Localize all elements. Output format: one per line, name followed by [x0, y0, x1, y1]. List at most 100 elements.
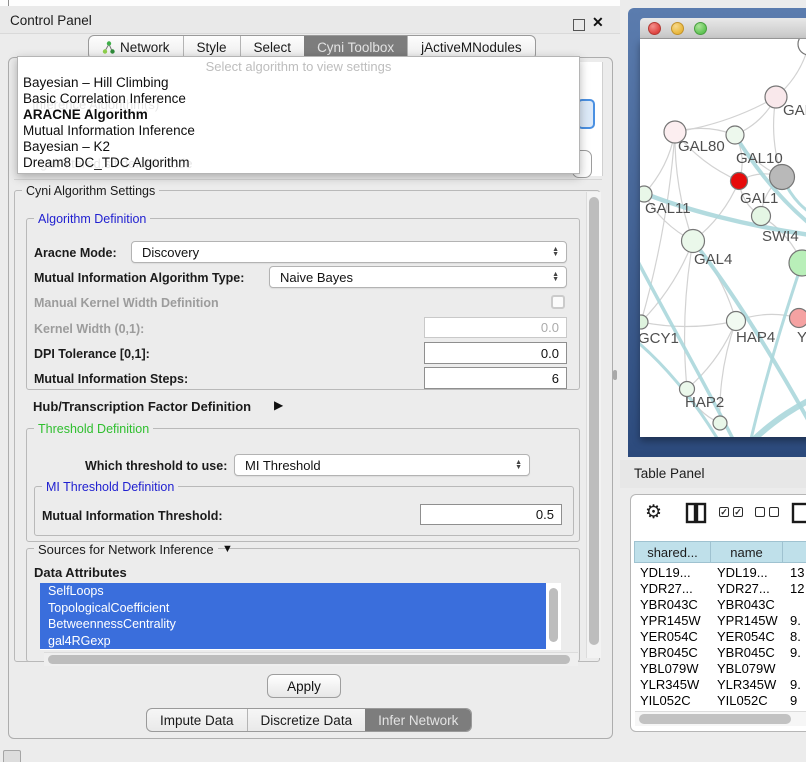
table-row[interactable]: YDR27...YDR27...12: [634, 581, 806, 597]
close-traffic-light-icon[interactable]: [648, 22, 661, 35]
table-hscrollbar[interactable]: [635, 711, 806, 726]
node-label-gcy1: GCY1: [640, 330, 679, 347]
manual-kernel-checkbox[interactable]: [551, 295, 565, 309]
node-label-y: Y: [797, 329, 806, 346]
node-gal4[interactable]: [682, 230, 705, 253]
table-row[interactable]: YBR043CYBR043C: [634, 597, 806, 613]
table-row[interactable]: YPR145WYPR145W9.: [634, 613, 806, 629]
tab-label: Select: [254, 40, 292, 55]
partial-box-icon[interactable]: [791, 502, 806, 524]
combo-arrows-icon: ▲▼: [515, 460, 522, 470]
table-cell: [784, 661, 806, 677]
control-panel-title: Control Panel: [10, 13, 92, 28]
attr-list-scrollbar[interactable]: [546, 583, 561, 650]
network-window-titlebar[interactable]: [640, 18, 806, 39]
node-label-gal4: GAL4: [694, 251, 732, 268]
data-attributes-label: Data Attributes: [34, 565, 127, 580]
mi-threshold-field[interactable]: 0.5: [420, 504, 562, 525]
table-row[interactable]: YBR045CYBR045C9.: [634, 645, 806, 661]
table-cell: 13: [784, 565, 806, 581]
kernel-width-field[interactable]: 0.0: [424, 317, 567, 338]
list-item[interactable]: gal4RGexp: [40, 633, 546, 650]
which-threshold-combo[interactable]: MI Threshold ▲▼: [234, 454, 530, 476]
node-red[interactable]: [731, 173, 748, 190]
aracne-mode-combo[interactable]: Discovery ▲▼: [131, 241, 567, 263]
collapse-down-icon[interactable]: ▼: [222, 543, 233, 555]
column-header[interactable]: shared...: [634, 541, 711, 563]
close-icon[interactable]: ✕: [592, 14, 604, 31]
table-row[interactable]: YIL052CYIL052C9: [634, 693, 806, 709]
list-item[interactable]: SelfLoops: [40, 583, 546, 600]
list-item[interactable]: BetweennessCentrality: [40, 616, 546, 633]
network-window-frame[interactable]: GALGAL80GAL10GAL1GAL11SWI4GAL4GCY1HAP4YH…: [628, 8, 806, 457]
column-header[interactable]: name: [710, 541, 783, 563]
tab-infer-network[interactable]: Infer Network: [365, 709, 471, 731]
attr-list-hscrollbar[interactable]: [44, 652, 578, 666]
table-cell: 9: [784, 693, 806, 709]
float-window-icon[interactable]: [573, 19, 585, 31]
table-toolbar: ⚙ ✓✓: [631, 501, 806, 531]
tab-impute-data[interactable]: Impute Data: [147, 709, 247, 731]
hub-section-label[interactable]: Hub/Transcription Factor Definition: [33, 399, 251, 414]
network-edge: [641, 321, 736, 327]
table-row[interactable]: YLR345WYLR345W9.: [634, 677, 806, 693]
kernel-width-label: Kernel Width (0,1):: [34, 322, 144, 336]
screen: Control Panel ✕ NetworkStyleSelectCyni T…: [0, 0, 806, 762]
attr-list-hscrollbar-thumb[interactable]: [48, 655, 570, 664]
corner-button[interactable]: [3, 750, 21, 762]
settings-scrollbar-thumb[interactable]: [589, 197, 599, 645]
mi-steps-label: Mutual Information Steps:: [34, 372, 188, 386]
table-cell: YPR145W: [634, 613, 711, 629]
tab-label: Infer Network: [378, 713, 458, 728]
gear-icon[interactable]: ⚙: [645, 501, 662, 524]
node-gal1[interactable]: [752, 207, 771, 226]
table-hscrollbar-thumb[interactable]: [639, 714, 791, 724]
panel-splitter-handle[interactable]: [613, 370, 617, 380]
dpi-tolerance-label: DPI Tolerance [0,1]:: [34, 347, 150, 361]
select-all-checked-icon[interactable]: ✓✓: [719, 507, 743, 517]
dpi-tolerance-field[interactable]: 0.0: [424, 342, 567, 364]
columns-icon[interactable]: [685, 502, 707, 524]
column-header[interactable]: [782, 541, 806, 563]
network-edge: [685, 241, 693, 389]
table-cell: 12: [784, 581, 806, 597]
table-row[interactable]: YER054CYER054C8.: [634, 629, 806, 645]
node-gcy1[interactable]: [640, 315, 648, 329]
table-cell: YLR345W: [634, 677, 711, 693]
apply-button[interactable]: Apply: [267, 674, 341, 698]
settings-scrollbar[interactable]: [586, 192, 601, 658]
tab-label: Network: [120, 40, 170, 55]
node-big-green[interactable]: [789, 250, 806, 276]
expand-right-icon[interactable]: ▶: [274, 398, 283, 412]
node-hap4[interactable]: [727, 312, 746, 331]
network-edge: [687, 321, 736, 389]
node-partial-topright[interactable]: [798, 39, 806, 55]
data-attributes-list[interactable]: SelfLoopsTopologicalCoefficientBetweenne…: [40, 583, 546, 650]
node-green-top[interactable]: [726, 126, 744, 144]
sources-title[interactable]: Sources for Network Inference: [34, 542, 218, 557]
dropdown-item[interactable]: Bayesian – K2: [18, 139, 579, 155]
aracne-mode-value: Discovery: [142, 245, 199, 260]
dropdown-item[interactable]: Bayesian – Hill Climbing: [18, 75, 579, 91]
table-panel-title: Table Panel: [634, 466, 705, 481]
table-cell: YER054C: [711, 629, 784, 645]
table-cell: YIL052C: [711, 693, 784, 709]
table-row[interactable]: YBL079WYBL079W: [634, 661, 806, 677]
table-row[interactable]: YDL19...YDL19...13: [634, 565, 806, 581]
tab-discretize-data[interactable]: Discretize Data: [247, 709, 366, 731]
list-item[interactable]: TopologicalCoefficient: [40, 600, 546, 617]
node-bottom-green[interactable]: [713, 416, 727, 430]
node-salmon[interactable]: [790, 309, 806, 328]
attr-list-scrollbar-thumb[interactable]: [549, 588, 558, 642]
table-cell: YBL079W: [711, 661, 784, 677]
select-none-unchecked-icon[interactable]: [755, 507, 779, 517]
minimize-traffic-light-icon[interactable]: [671, 22, 684, 35]
table-cell: 9.: [784, 677, 806, 693]
network-view-canvas[interactable]: GALGAL80GAL10GAL1GAL11SWI4GAL4GCY1HAP4YH…: [640, 39, 806, 437]
mi-type-combo[interactable]: Naive Bayes ▲▼: [269, 266, 567, 288]
mi-type-label: Mutual Information Algorithm Type:: [34, 271, 244, 285]
dropdown-item[interactable]: Mutual Information Inference: [18, 123, 579, 139]
node-gray[interactable]: [770, 165, 795, 190]
zoom-traffic-light-icon[interactable]: [694, 22, 707, 35]
mi-steps-field[interactable]: 6: [424, 367, 567, 389]
